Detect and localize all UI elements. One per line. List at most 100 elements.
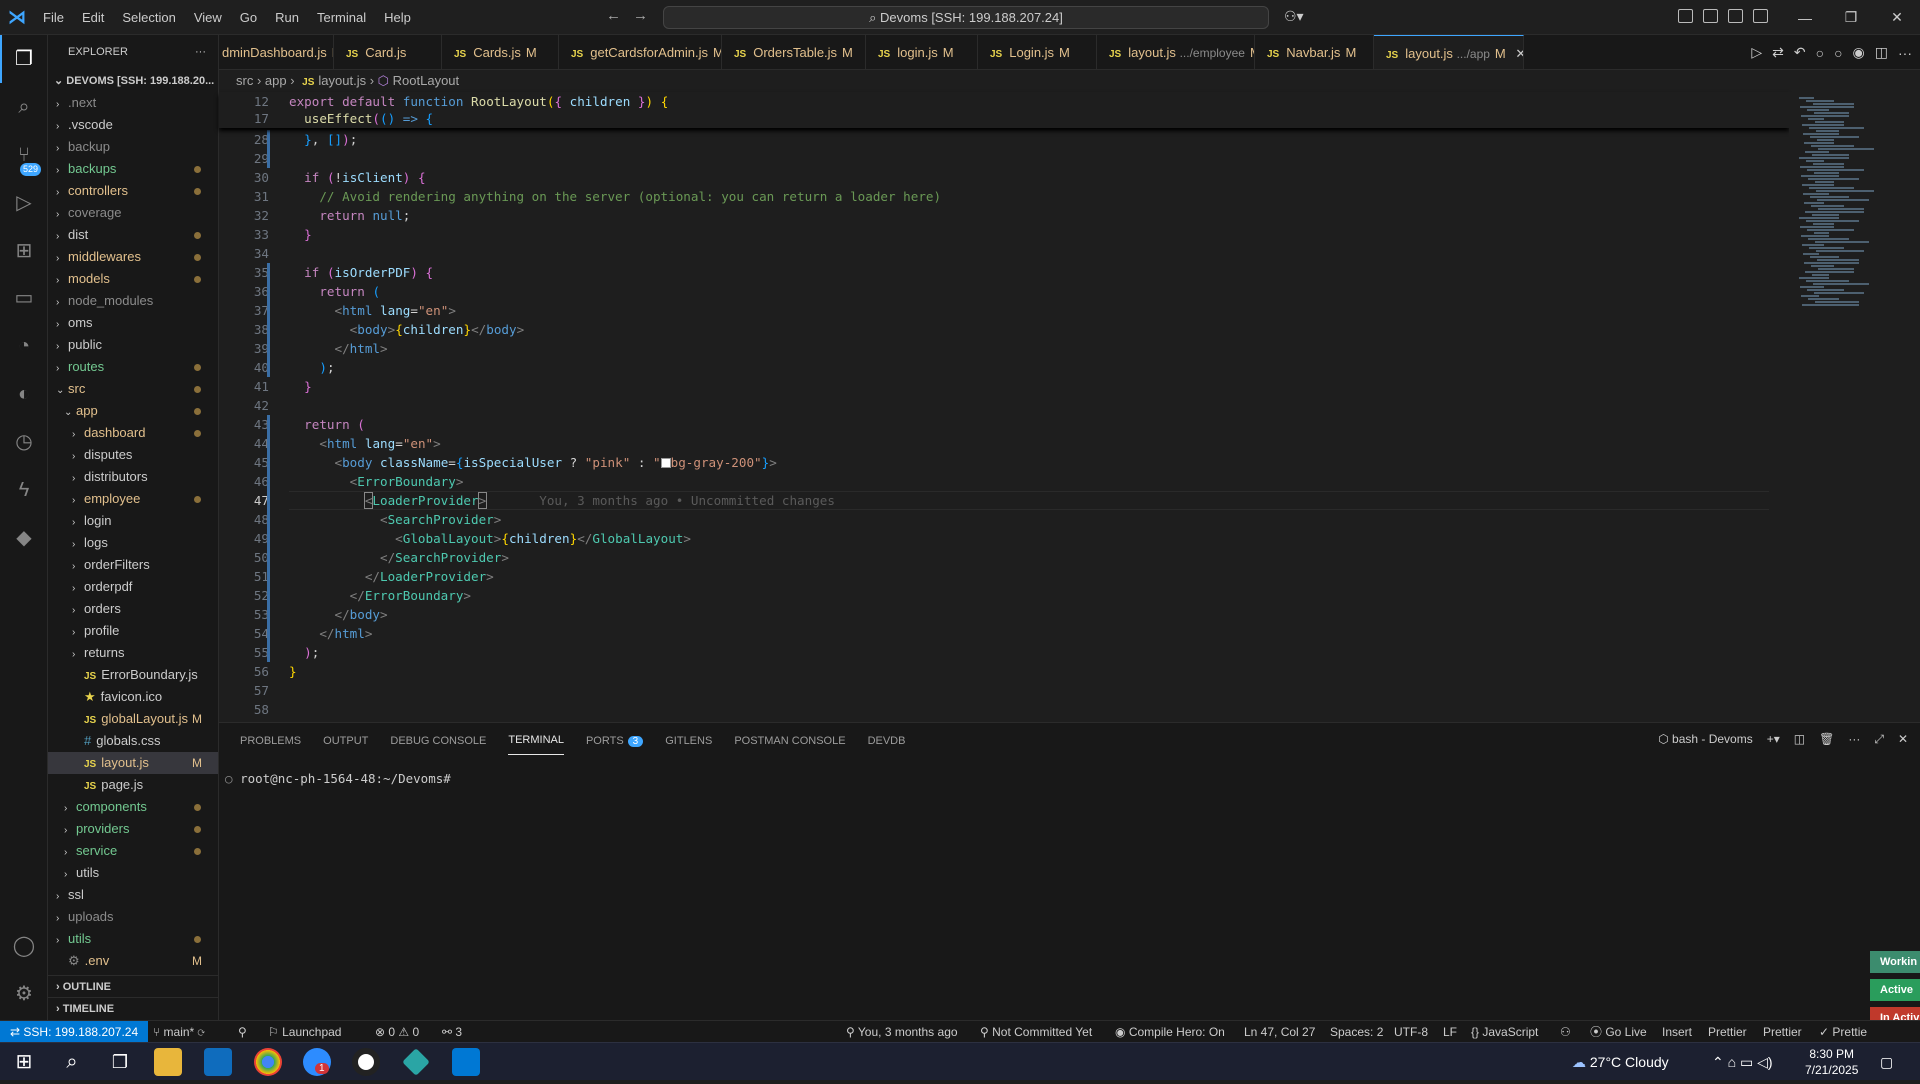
problems-indicator[interactable]: ⊗ 0 ⚠ 0 — [375, 1021, 419, 1043]
minimap[interactable] — [1789, 92, 1920, 722]
python-icon[interactable]: ◆ — [11, 525, 37, 551]
next-change-icon[interactable]: ○ — [1834, 45, 1842, 61]
code-line[interactable]: <LoaderProvider> You, 3 months ago • Unc… — [289, 491, 835, 510]
extensions-icon[interactable]: ⊞ — [11, 238, 37, 264]
side-button-inactive[interactable]: In Activ — [1870, 1007, 1920, 1021]
folder-item[interactable]: › backups — [48, 158, 218, 180]
editor-tab[interactable]: dminDashboard.jsM — [219, 35, 334, 69]
language-mode[interactable]: {} JavaScript — [1471, 1021, 1538, 1043]
cursor-position[interactable]: Ln 47, Col 27 — [1244, 1021, 1315, 1043]
folder-item[interactable]: › backup — [48, 136, 218, 158]
file-item[interactable]: JS page.js — [48, 774, 218, 796]
breadcrumb-app[interactable]: app — [265, 73, 287, 88]
folder-item[interactable]: › login — [48, 510, 218, 532]
windows-start-icon[interactable]: ⊞ — [10, 1048, 38, 1076]
folder-item[interactable]: › profile — [48, 620, 218, 642]
panel-tab-terminal[interactable]: TERMINAL — [508, 726, 564, 755]
remote-explorer-icon[interactable]: ▭ — [11, 285, 37, 311]
store-icon[interactable] — [204, 1048, 232, 1076]
folder-item[interactable]: ⌄ src — [48, 378, 218, 400]
code-line[interactable]: <body>{children}</body> — [289, 320, 525, 339]
code-line[interactable]: // Avoid rendering anything on the serve… — [289, 187, 941, 206]
folder-item[interactable]: › utils — [48, 862, 218, 884]
sticky-scroll[interactable]: 12 export default function RootLayout({ c… — [219, 92, 1789, 128]
folder-item[interactable]: › models — [48, 268, 218, 290]
compile-hero-indicator[interactable]: ◉ Compile Hero: On — [1115, 1021, 1225, 1043]
file-item[interactable]: JS ErrorBoundary.js — [48, 664, 218, 686]
gitlens-status-icon[interactable]: ⚲ — [238, 1021, 247, 1043]
more-icon[interactable]: ··· — [1848, 732, 1860, 747]
workspace-root[interactable]: ⌄ DEVOMS [SSH: 199.188.20... — [48, 70, 218, 92]
go-live-button[interactable]: ⦿ Go Live — [1590, 1021, 1647, 1043]
toggle-panel-icon[interactable] — [1728, 9, 1743, 23]
close-window-icon[interactable]: ✕ — [1874, 9, 1920, 26]
folder-item[interactable]: › coverage — [48, 202, 218, 224]
file-item[interactable]: JS layout.js M — [48, 752, 218, 774]
branch-indicator[interactable]: ⑂ main* ⟳ — [153, 1021, 205, 1043]
commit-indicator[interactable]: ⚲ Not Committed Yet — [980, 1021, 1092, 1043]
code-line[interactable]: if (!isClient) { — [289, 168, 425, 187]
indentation[interactable]: Spaces: 2 — [1330, 1021, 1383, 1043]
editor-tab[interactable]: JS layout.js .../app M ✕ — [1374, 35, 1524, 69]
split-terminal-icon[interactable]: ◫ — [1794, 732, 1805, 747]
folder-item[interactable]: › ssl — [48, 884, 218, 906]
terminal-output[interactable]: ○ root@nc-ph-1564-48:~/Devoms# — [225, 771, 451, 786]
line-ending[interactable]: LF — [1443, 1021, 1457, 1043]
panel-tab-devdb[interactable]: DEVDB — [868, 735, 906, 747]
menu-terminal[interactable]: Terminal — [308, 10, 375, 25]
code-line[interactable]: ); — [289, 643, 319, 662]
folder-item[interactable]: › routes — [48, 356, 218, 378]
more-icon[interactable]: ··· — [1898, 45, 1912, 61]
code-line[interactable]: <SearchProvider> — [289, 510, 501, 529]
folder-item[interactable]: › middlewares — [48, 246, 218, 268]
postman-icon[interactable]: ◐ — [11, 381, 37, 407]
code-line[interactable]: <body className={isSpecialUser ? "pink" … — [289, 453, 777, 472]
panel-tab-output[interactable]: OUTPUT — [323, 735, 368, 747]
folder-item[interactable]: › oms — [48, 312, 218, 334]
task-view-icon[interactable]: ❐ — [106, 1048, 134, 1076]
toggle-secondary-sidebar-icon[interactable] — [1753, 9, 1768, 23]
close-tab-icon[interactable]: ✕ — [1515, 46, 1523, 61]
panel-tab-gitlens[interactable]: GITLENS — [665, 735, 712, 747]
code-editor[interactable]: 28 }, []); 29 30 if (!isClient) {31 // Avo… — [219, 92, 1789, 722]
close-panel-icon[interactable]: ✕ — [1898, 732, 1908, 747]
timeline-section[interactable]: › TIMELINE — [48, 997, 218, 1019]
launchpad-indicator[interactable]: ⚐ Launchpad — [268, 1021, 341, 1043]
gitlens-action-icon[interactable]: ◉ — [1853, 44, 1865, 61]
editor-tab[interactable]: JS Cards.js M — [442, 35, 559, 69]
folder-item[interactable]: › providers — [48, 818, 218, 840]
editor-tab[interactable]: JS login.js M — [866, 35, 978, 69]
command-center[interactable]: ⌕ Devoms [SSH: 199.188.207.24] — [663, 6, 1269, 29]
file-item[interactable]: # globals.css — [48, 730, 218, 752]
new-terminal-icon[interactable]: +▾ — [1767, 732, 1780, 747]
menu-run[interactable]: Run — [266, 10, 308, 25]
nav-arrows[interactable]: ←→ — [606, 7, 660, 24]
menu-view[interactable]: View — [185, 10, 231, 25]
folder-item[interactable]: › returns — [48, 642, 218, 664]
search-taskbar-icon[interactable]: ⌕ — [58, 1048, 86, 1076]
folder-item[interactable]: › .next — [48, 92, 218, 114]
file-explorer-icon[interactable] — [154, 1048, 182, 1076]
toggle-sidebar-icon[interactable] — [1703, 9, 1718, 23]
compare-icon[interactable]: ⇄ — [1772, 44, 1784, 61]
folder-item[interactable]: › dist — [48, 224, 218, 246]
editor-tab[interactable]: JS OrdersTable.js M — [722, 35, 866, 69]
encoding[interactable]: UTF-8 — [1394, 1021, 1428, 1043]
code-line[interactable]: </LoaderProvider> — [289, 567, 494, 586]
breadcrumb-symbol[interactable]: RootLayout — [393, 73, 460, 88]
minimize-icon[interactable]: — — [1782, 10, 1828, 26]
code-line[interactable]: <html lang="en"> — [289, 434, 440, 453]
chrome-icon[interactable] — [254, 1048, 282, 1076]
restore-icon[interactable]: ❐ — [1828, 9, 1874, 26]
editor-tab[interactable]: JS Login.js M — [978, 35, 1097, 69]
code-line[interactable]: return ( — [289, 415, 365, 434]
notifications-icon[interactable]: ▢ — [1880, 1043, 1893, 1081]
side-button-active[interactable]: Active — [1870, 979, 1920, 1001]
folder-item[interactable]: › .vscode — [48, 114, 218, 136]
side-button-working[interactable]: Workin — [1870, 951, 1920, 973]
code-line[interactable]: </html> — [289, 624, 372, 643]
code-line[interactable]: </ErrorBoundary> — [289, 586, 471, 605]
panel-tab-postman-console[interactable]: POSTMAN CONSOLE — [734, 735, 845, 747]
code-line[interactable]: return null; — [289, 206, 410, 225]
code-line[interactable]: </SearchProvider> — [289, 548, 509, 567]
